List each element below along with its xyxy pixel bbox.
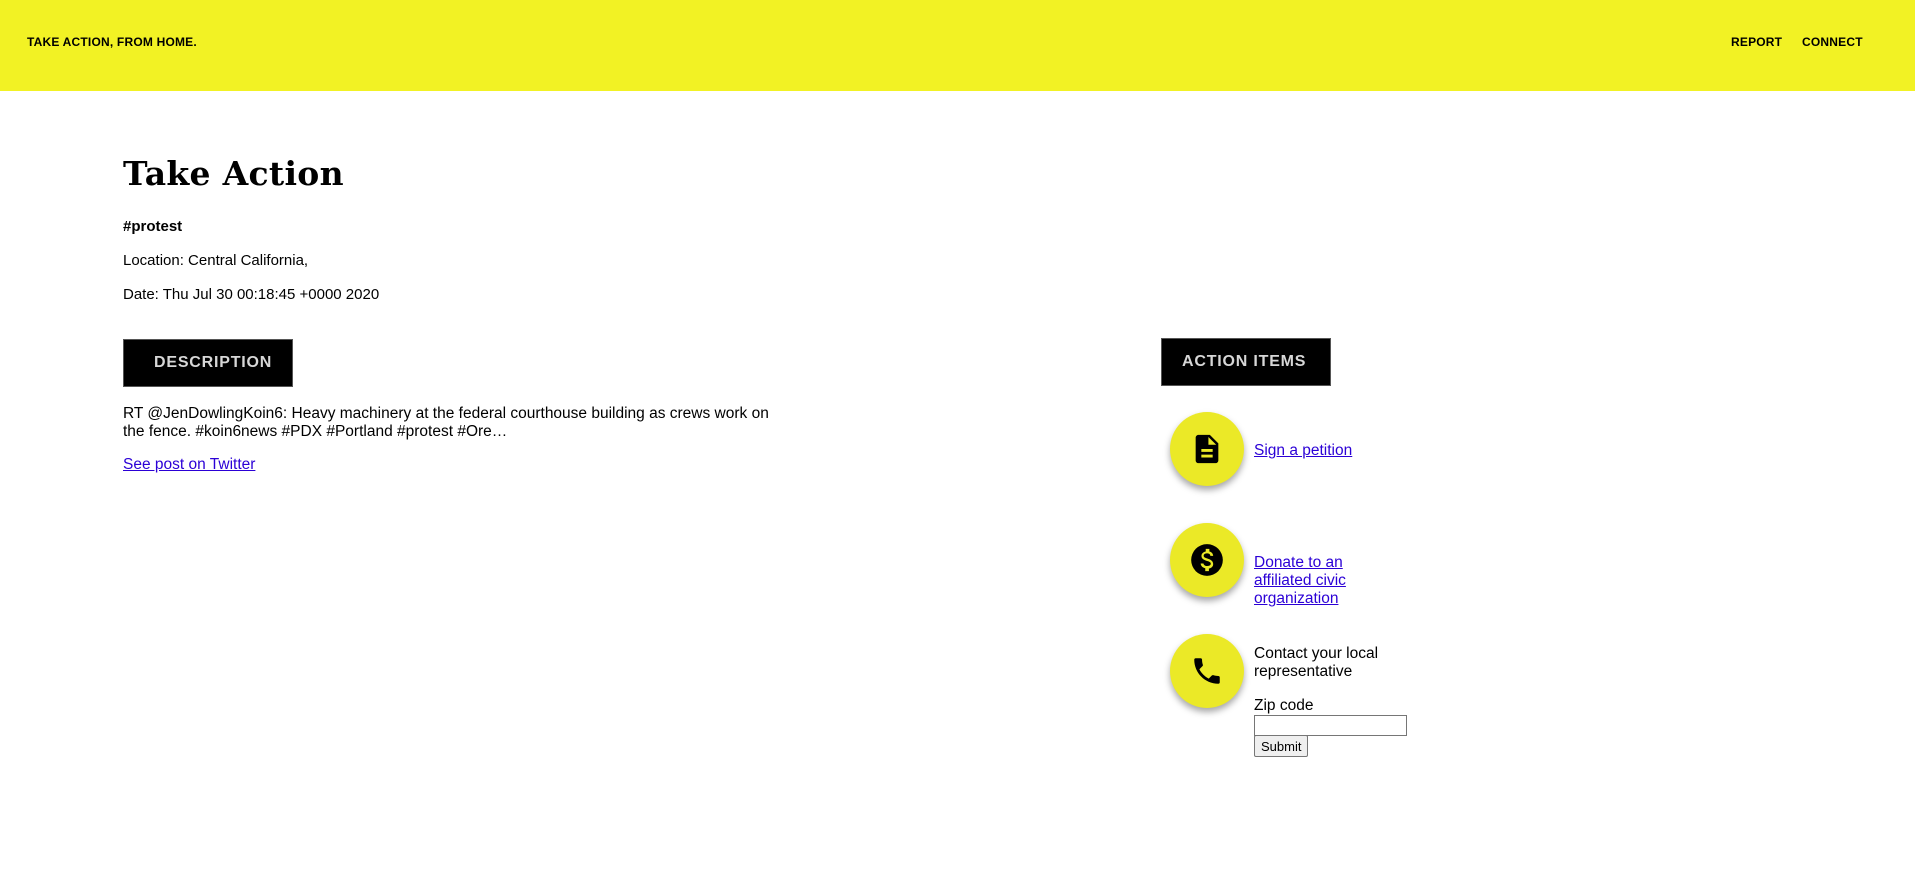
zip-code-input[interactable] [1254, 715, 1407, 736]
document-icon [1195, 434, 1219, 464]
description-text: RT @JenDowlingKoin6: Heavy machinery at … [123, 405, 769, 440]
sign-petition-link[interactable]: Sign a petition [1254, 442, 1374, 460]
donate-icon-button[interactable] [1170, 523, 1244, 597]
description-label-text: DESCRIPTION [154, 354, 273, 371]
see-post-on-twitter-link[interactable]: See post on Twitter [123, 456, 255, 474]
donate-link[interactable]: Donate to an affiliated civic organizati… [1254, 554, 1374, 608]
site-brand[interactable]: TAKE ACTION, FROM HOME. [27, 35, 197, 49]
description-label: DESCRIPTION [123, 339, 293, 387]
location-text: Location: Central California, [123, 252, 309, 269]
page-title: Take Action [123, 154, 344, 193]
submit-button[interactable]: Submit [1254, 735, 1309, 757]
hashtag: #protest [123, 218, 183, 235]
top-bar: TAKE ACTION, FROM HOME. REPORT CONNECT [0, 0, 1915, 91]
nav-report[interactable]: REPORT [1731, 35, 1782, 49]
contact-representative-text: Contact your local representative [1254, 645, 1379, 680]
petition-icon-button[interactable] [1170, 412, 1244, 486]
action-items-label-text: ACTION ITEMS [1182, 353, 1307, 370]
phone-icon [1194, 658, 1220, 684]
contact-icon-button[interactable] [1170, 634, 1244, 708]
action-items-label: ACTION ITEMS [1161, 338, 1331, 386]
dollar-icon [1191, 544, 1223, 576]
nav-connect[interactable]: CONNECT [1802, 35, 1863, 49]
zip-code-label: Zip code [1254, 697, 1314, 714]
date-text: Date: Thu Jul 30 00:18:45 +0000 2020 [123, 286, 380, 303]
